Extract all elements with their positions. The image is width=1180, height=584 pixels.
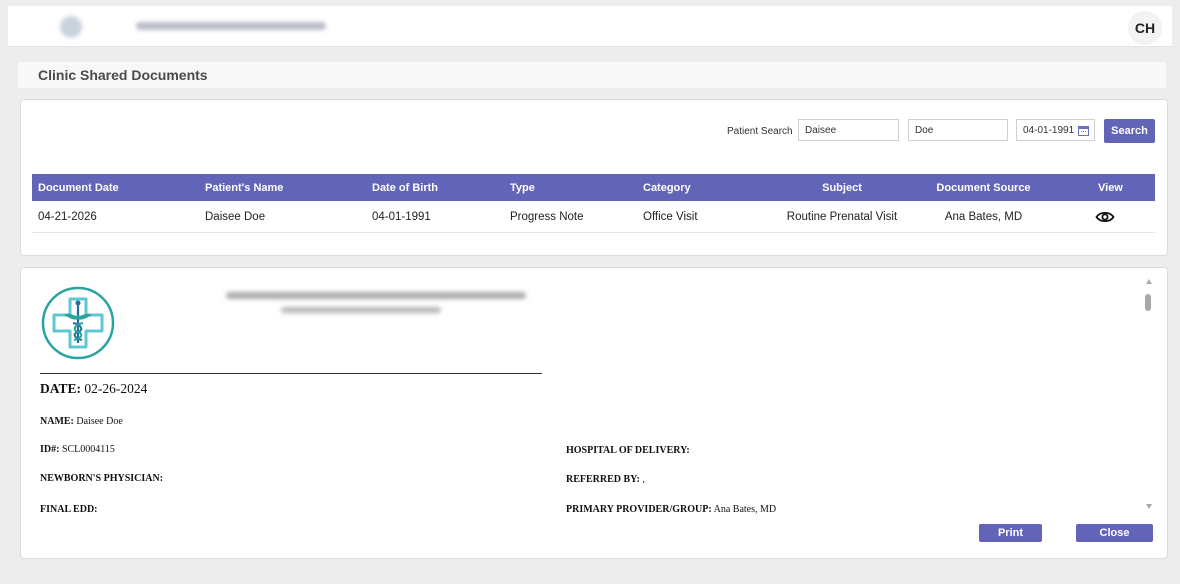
cell-type: Progress Note	[510, 210, 584, 223]
document-date: DATE: 02-26-2024	[40, 381, 147, 397]
brand-name-blurred	[136, 22, 326, 30]
document-content: DATE: 02-26-2024 NAME: Daisee Doe ID#: S…	[21, 268, 1141, 518]
newborn-physician-label: NEWBORN'S PHYSICIAN:	[40, 473, 164, 484]
first-name-input[interactable]	[798, 119, 899, 141]
clinic-subheader-blurred	[281, 307, 441, 313]
header-divider	[40, 373, 542, 374]
date-value: 02-26-2024	[84, 381, 148, 396]
id-value: SCL0004115	[61, 444, 115, 455]
calendar-icon[interactable]	[1078, 126, 1089, 136]
referred-line: REFERRED BY: ,	[566, 474, 645, 485]
name-label: NAME:	[40, 416, 74, 427]
column-header-patient-name[interactable]: Patient's Name	[205, 174, 283, 201]
documents-table: Document Date Patient's Name Date of Bir…	[32, 174, 1155, 233]
document-scrollbar[interactable]	[1142, 276, 1156, 512]
column-header-view: View	[1098, 181, 1123, 194]
close-button[interactable]: Close	[1076, 524, 1153, 542]
final-edd-label: FINAL EDD:	[40, 504, 98, 515]
scroll-up-icon[interactable]	[1146, 279, 1152, 284]
hospital-label: HOSPITAL OF DELIVERY:	[566, 445, 690, 456]
primary-provider-value: Ana Bates, MD	[713, 504, 777, 515]
primary-provider-line: PRIMARY PROVIDER/GROUP: Ana Bates, MD	[566, 504, 776, 515]
brand-logo	[60, 16, 82, 38]
id-label: ID#:	[40, 444, 60, 455]
cell-category: Office Visit	[643, 210, 698, 223]
cell-date-of-birth: 04-01-1991	[372, 210, 431, 223]
clinic-logo-icon	[41, 286, 115, 360]
cell-document-source: Ana Bates, MD	[944, 210, 1023, 223]
hospital-line: HOSPITAL OF DELIVERY:	[566, 445, 690, 456]
scroll-thumb[interactable]	[1145, 294, 1151, 311]
patient-search-label: Patient Search	[727, 126, 793, 137]
table-header: Document Date Patient's Name Date of Bir…	[32, 174, 1155, 201]
eye-icon[interactable]	[1095, 209, 1115, 225]
id-line: ID#: SCL0004115	[40, 444, 115, 455]
page-title: Clinic Shared Documents	[38, 67, 208, 83]
top-bar: CH	[8, 6, 1172, 47]
cell-document-date: 04-21-2026	[38, 210, 97, 223]
print-button[interactable]: Print	[979, 524, 1042, 542]
cell-patient-name: Daisee Doe	[205, 210, 266, 223]
referred-value: ,	[642, 474, 645, 485]
newborn-physician-line: NEWBORN'S PHYSICIAN:	[40, 473, 163, 484]
document-viewer: DATE: 02-26-2024 NAME: Daisee Doe ID#: S…	[20, 267, 1168, 559]
search-panel: Patient Search Search Document Date Pati…	[20, 99, 1168, 256]
clinic-header-blurred	[226, 292, 526, 299]
name-line: NAME: Daisee Doe	[40, 416, 123, 427]
user-avatar[interactable]: CH	[1128, 11, 1162, 45]
referred-label: REFERRED BY:	[566, 474, 640, 485]
date-label: DATE:	[40, 381, 82, 396]
column-header-date-of-birth[interactable]: Date of Birth	[372, 174, 438, 201]
final-edd-line: FINAL EDD:	[40, 504, 98, 515]
scroll-down-icon[interactable]	[1146, 504, 1152, 509]
view-button[interactable]	[1095, 201, 1115, 232]
column-header-document-source[interactable]: Document Source	[932, 174, 1035, 201]
column-header-type[interactable]: Type	[510, 174, 535, 201]
column-header-category[interactable]: Category	[643, 174, 691, 201]
column-header-document-date[interactable]: Document Date	[38, 174, 119, 201]
last-name-input[interactable]	[908, 119, 1008, 141]
primary-provider-label: PRIMARY PROVIDER/GROUP:	[566, 504, 712, 515]
column-header-subject[interactable]: Subject	[767, 174, 917, 201]
name-value: Daisee Doe	[76, 416, 123, 427]
search-button[interactable]: Search	[1104, 119, 1155, 143]
cell-subject: Routine Prenatal Visit	[786, 210, 898, 223]
table-row[interactable]: 04-21-2026 Daisee Doe 04-01-1991 Progres…	[32, 201, 1155, 233]
